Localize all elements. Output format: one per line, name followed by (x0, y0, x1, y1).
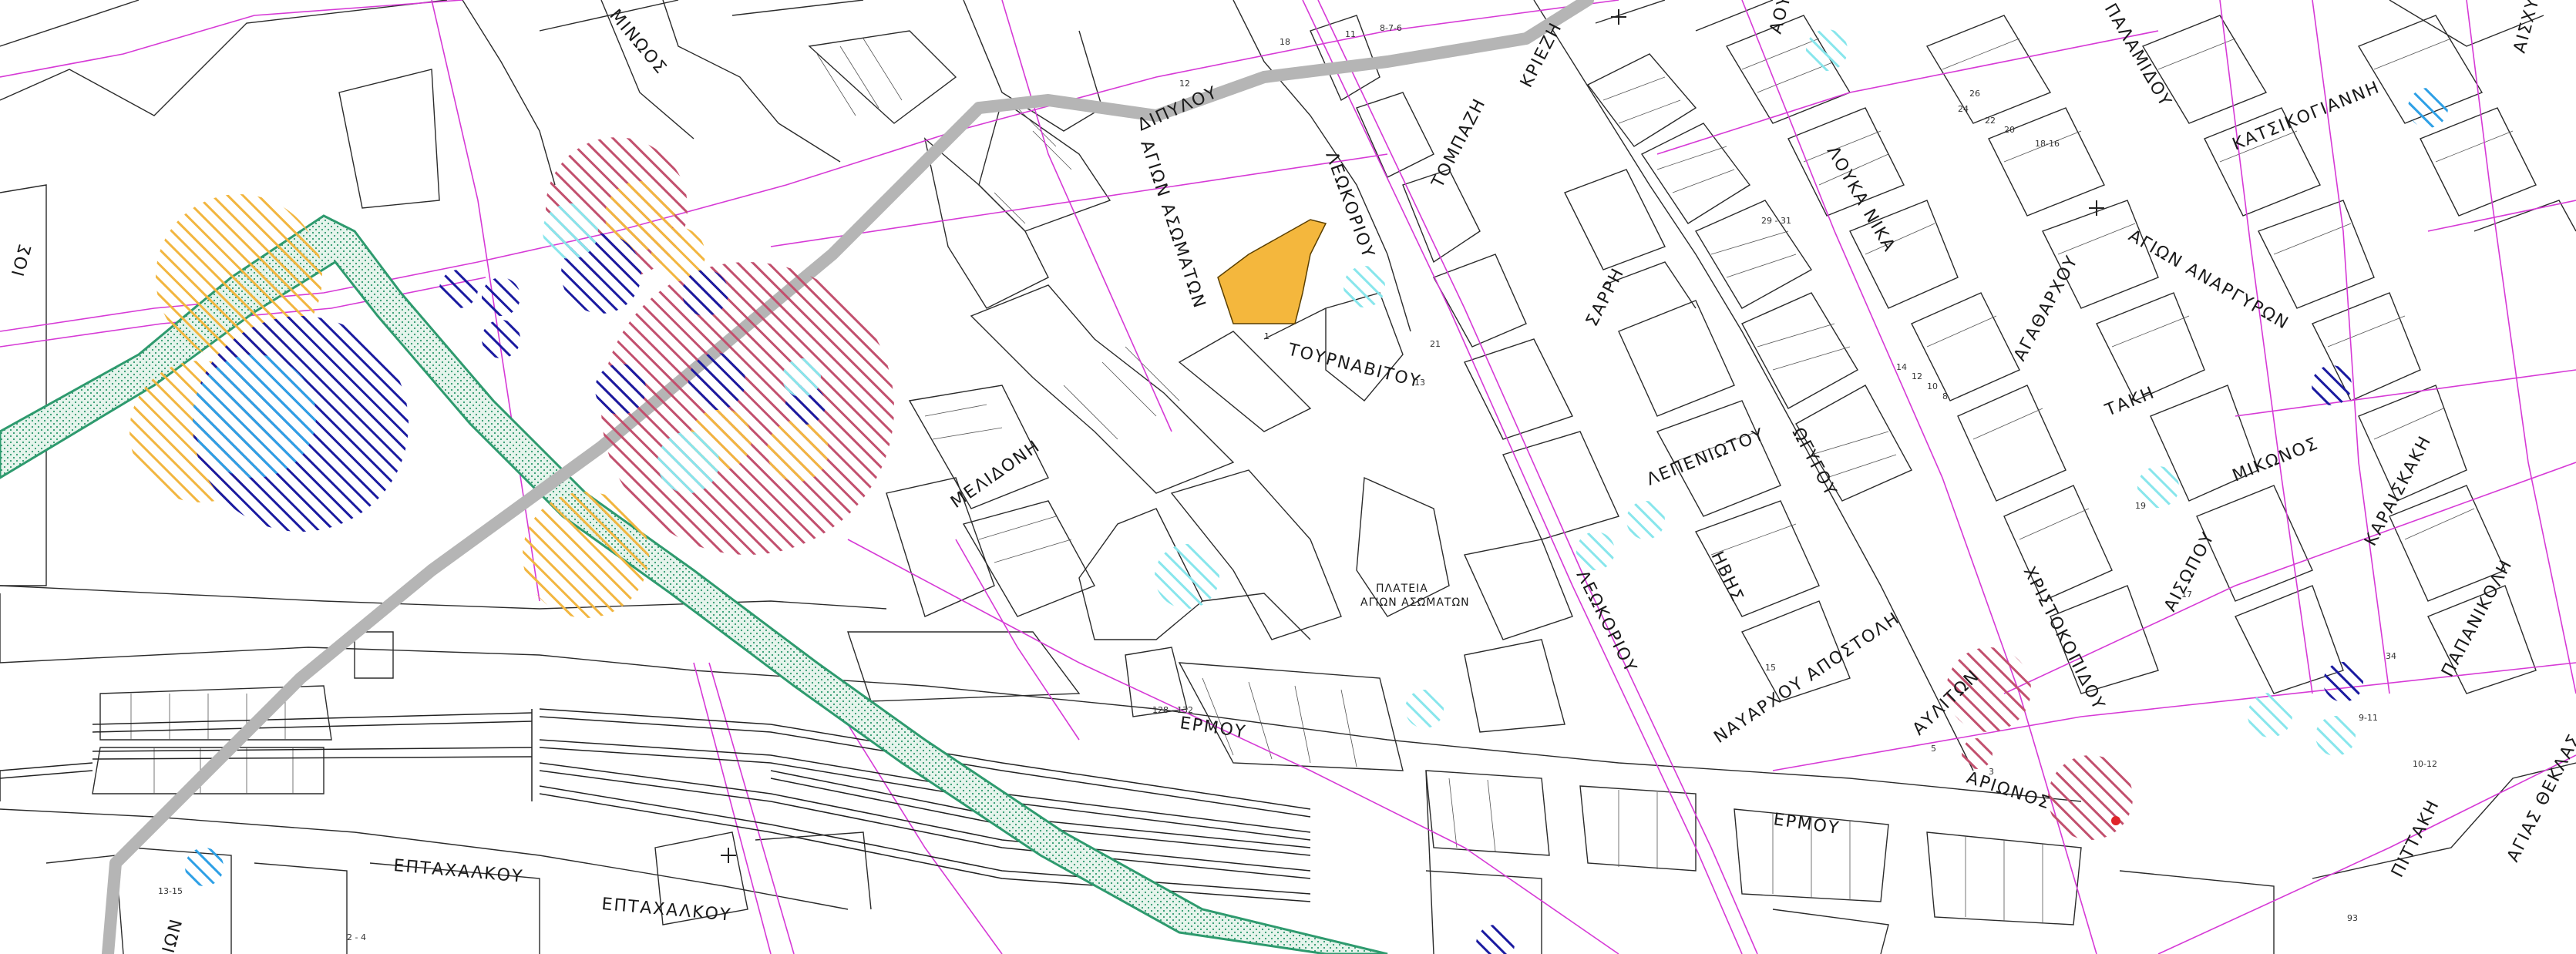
pink-zone-small (1962, 738, 1993, 769)
num-128-132: 128 - 132 (1152, 705, 1193, 715)
map-canvas[interactable]: ΜΙΝΩΟΣ ΔΙΠΥΛΟΥ ΑΓΙΩΝ ΑΣΩΜΑΤΩΝ ΛΕΩΚΟΡΙΟΥ … (0, 0, 2576, 954)
plateia-line-1: ΠΛΑΤΕΙΑ (1376, 583, 1428, 595)
cyan-zone-1 (543, 203, 598, 259)
num-34: 34 (2386, 651, 2396, 661)
num-2-4: 2 - 4 (347, 932, 366, 942)
cyan-zone-12 (2315, 716, 2356, 756)
cyan-zone-6 (1806, 29, 1848, 71)
num-11: 11 (1345, 29, 1356, 39)
num-876: 8-7-6 (1380, 23, 1402, 33)
pink-zone-large (601, 262, 894, 555)
num-17: 17 (2181, 590, 2192, 600)
blue-zone-8 (688, 353, 745, 410)
num-12: 12 (1179, 79, 1190, 89)
plateia-line-2: ΑΓΙΩΝ ΑΣΩΜΑΤΩΝ (1360, 596, 1470, 609)
num-13: 13 (1414, 378, 1425, 388)
num-21: 21 (1430, 339, 1441, 349)
cyan-zone-2 (782, 358, 821, 397)
num-8: 8 (1942, 391, 1948, 401)
blue-zone-3 (682, 270, 728, 316)
num-1: 1 (1264, 331, 1270, 341)
cyan-zone-5 (1343, 266, 1385, 307)
num-10-12: 10-12 (2413, 759, 2437, 769)
num-20: 20 (2004, 125, 2015, 135)
num-13-15: 13-15 (158, 886, 183, 896)
orange-zone-3 (523, 492, 649, 618)
num-5: 5 (1931, 744, 1936, 754)
num-26: 26 (1969, 89, 1980, 99)
blue-zone-13 (185, 848, 224, 886)
num-12b: 12 (1912, 371, 1922, 381)
num-19: 19 (2135, 501, 2146, 511)
num-10: 10 (1927, 381, 1938, 391)
cyan-zone-3 (657, 432, 719, 493)
blue-zone-6 (482, 320, 520, 358)
num-93: 93 (2347, 913, 2358, 923)
pink-zone-arionos (2048, 755, 2133, 840)
num-14: 14 (1896, 362, 1907, 372)
num-9-11: 9-11 (2359, 713, 2378, 723)
cyan-zone-8 (1576, 532, 1615, 570)
num-3: 3 (1989, 767, 1994, 777)
blue-zone-5 (482, 277, 520, 316)
cyan-zone-4 (1155, 544, 1219, 609)
num-15: 15 (1765, 663, 1776, 673)
red-marker (2111, 816, 2120, 825)
num-18: 18 (1280, 37, 1290, 47)
blue-zone-10 (2408, 88, 2448, 128)
num-22: 22 (1985, 116, 1996, 126)
orange-zone-7 (767, 420, 829, 482)
cyan-zone-9 (1405, 690, 1444, 728)
blue-zone-11 (2312, 365, 2352, 405)
blue-zone-7 (595, 364, 646, 415)
cyan-zone-11 (2248, 693, 2292, 737)
num-24: 24 (1958, 104, 1969, 114)
blue-zone-12 (2323, 662, 2363, 702)
num-29-31: 29 - 31 (1761, 216, 1791, 226)
num-18-16: 18-16 (2035, 139, 2060, 149)
blue-zone-4 (439, 270, 478, 308)
cyan-zone-7 (1626, 501, 1665, 539)
lightblue-zone (193, 354, 316, 478)
